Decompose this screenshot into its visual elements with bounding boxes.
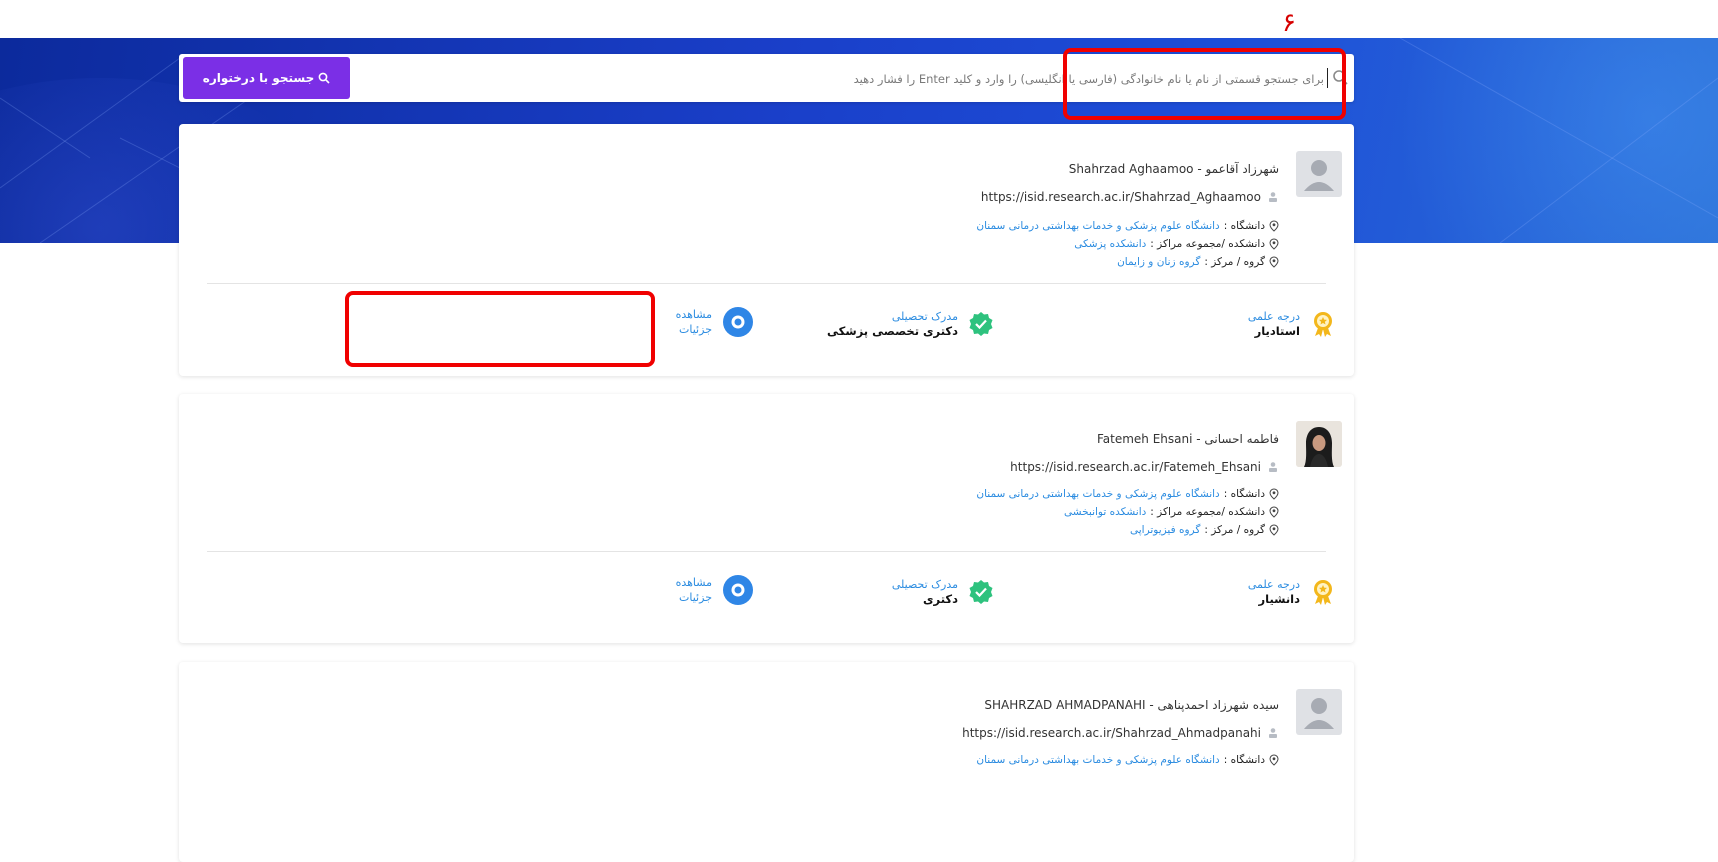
view-label: مشاهده xyxy=(675,576,712,589)
profile-url[interactable]: https://isid.research.ac.ir/Shahrzad_Agh… xyxy=(981,190,1261,204)
details-highlight-box xyxy=(345,291,655,367)
faculty-label: دانشکده /مجموعه مراکز : xyxy=(1150,506,1265,518)
university-link[interactable]: دانشگاه علوم پزشکی و خدمات بهداشتی درمان… xyxy=(976,488,1219,500)
avatar xyxy=(1296,421,1342,467)
academic-rank-stat: درجه علمی دانشیار xyxy=(1248,577,1336,607)
location-pin-icon xyxy=(1269,506,1279,518)
faculty-link[interactable]: دانشکده پزشکی xyxy=(1074,238,1146,250)
group-link[interactable]: گروه زنان و زایمان xyxy=(1117,256,1200,268)
researcher-card: سیده شهرزاد احمدپناهی - SHAHRZAD AHMADPA… xyxy=(179,662,1354,862)
academic-rank-label: درجه علمی xyxy=(1247,310,1300,323)
card-divider xyxy=(207,283,1326,284)
profile-icon xyxy=(1269,728,1277,738)
profile-icon xyxy=(1269,192,1277,202)
view-details-button[interactable]: مشاهده جزئیات xyxy=(676,306,754,338)
academic-rank-label: درجه علمی xyxy=(1247,578,1300,591)
profile-url-row[interactable]: https://isid.research.ac.ir/Shahrzad_Agh… xyxy=(981,190,1279,204)
profile-url-row[interactable]: https://isid.research.ac.ir/Fatemeh_Ehsa… xyxy=(1010,460,1279,474)
university-link[interactable]: دانشگاه علوم پزشکی و خدمات بهداشتی درمان… xyxy=(976,754,1219,766)
group-label: گروه / مرکز : xyxy=(1204,256,1265,268)
university-link[interactable]: دانشگاه علوم پزشکی و خدمات بهداشتی درمان… xyxy=(976,220,1219,232)
faculty-line: دانشکده /مجموعه مراکز : دانشکده توانبخشی xyxy=(1064,506,1279,518)
degree-value: دکتری xyxy=(923,592,958,606)
location-pin-icon xyxy=(1269,754,1279,766)
faculty-link[interactable]: دانشکده توانبخشی xyxy=(1064,506,1146,518)
university-label: دانشگاه : xyxy=(1223,220,1265,232)
verified-check-icon xyxy=(969,312,993,336)
university-line: دانشگاه : دانشگاه علوم پزشکی و خدمات بهد… xyxy=(976,220,1279,232)
university-line: دانشگاه : دانشگاه علوم پزشکی و خدمات بهد… xyxy=(976,488,1279,500)
user-silhouette-icon xyxy=(1304,160,1334,191)
researcher-name: شهرزاد آقاعمو - Shahrzad Aghaamoo xyxy=(1068,162,1279,176)
profile-url-row[interactable]: https://isid.research.ac.ir/Shahrzad_Ahm… xyxy=(962,726,1279,740)
avatar xyxy=(1296,689,1342,735)
search-icon xyxy=(318,72,330,84)
award-icon xyxy=(1314,312,1332,337)
view-label: مشاهده xyxy=(675,308,712,321)
view-details-button[interactable]: مشاهده جزئیات xyxy=(676,574,754,606)
degree-label: مدرک تحصیلی xyxy=(891,310,958,323)
tree-search-button-label: جستجو با درختواره xyxy=(202,71,315,85)
university-label: دانشگاه : xyxy=(1223,488,1265,500)
degree-value: دکتری تخصصی پزشکی xyxy=(827,324,958,338)
verified-check-icon xyxy=(969,580,993,604)
award-icon xyxy=(1314,580,1332,605)
group-link[interactable]: گروه فیزیوتراپی xyxy=(1130,524,1200,536)
search-highlight-box xyxy=(1063,48,1346,120)
academic-rank-stat: درجه علمی استادیار xyxy=(1248,309,1336,339)
annotation-marker-6: ۶ xyxy=(1282,8,1296,38)
tree-search-button[interactable]: جستجو با درختواره xyxy=(183,57,350,99)
user-silhouette-icon xyxy=(1304,698,1334,729)
faculty-label: دانشکده /مجموعه مراکز : xyxy=(1150,238,1265,250)
eye-icon xyxy=(723,307,753,337)
card-divider xyxy=(207,551,1326,552)
group-label: گروه / مرکز : xyxy=(1204,524,1265,536)
location-pin-icon xyxy=(1269,524,1279,536)
degree-label: مدرک تحصیلی xyxy=(891,578,958,591)
researcher-card: فاطمه احسانی - Fatemeh Ehsani https://is… xyxy=(179,394,1354,643)
researcher-name: سیده شهرزاد احمدپناهی - SHAHRZAD AHMADPA… xyxy=(984,698,1279,712)
university-label: دانشگاه : xyxy=(1223,754,1265,766)
eye-icon xyxy=(723,575,753,605)
academic-rank-value: استادیار xyxy=(1254,324,1300,338)
details-label: جزئیات xyxy=(679,591,712,604)
details-label: جزئیات xyxy=(679,323,712,336)
location-pin-icon xyxy=(1269,256,1279,268)
location-pin-icon xyxy=(1269,220,1279,232)
location-pin-icon xyxy=(1269,488,1279,500)
academic-rank-value: دانشیار xyxy=(1258,592,1301,606)
profile-url[interactable]: https://isid.research.ac.ir/Fatemeh_Ehsa… xyxy=(1010,460,1261,474)
profile-icon xyxy=(1269,462,1277,472)
researcher-name: فاطمه احسانی - Fatemeh Ehsani xyxy=(1096,432,1279,446)
researcher-photo xyxy=(1296,421,1342,467)
faculty-line: دانشکده /مجموعه مراکز : دانشکده پزشکی xyxy=(1074,238,1279,250)
group-line: گروه / مرکز : گروه زنان و زایمان xyxy=(1117,256,1279,268)
degree-stat: مدرک تحصیلی دکتری تخصصی پزشکی xyxy=(827,309,994,339)
university-line: دانشگاه : دانشگاه علوم پزشکی و خدمات بهد… xyxy=(976,754,1279,766)
degree-stat: مدرک تحصیلی دکتری xyxy=(892,577,994,607)
profile-url[interactable]: https://isid.research.ac.ir/Shahrzad_Ahm… xyxy=(962,726,1261,740)
location-pin-icon xyxy=(1269,238,1279,250)
group-line: گروه / مرکز : گروه فیزیوتراپی xyxy=(1130,524,1279,536)
avatar xyxy=(1296,151,1342,197)
